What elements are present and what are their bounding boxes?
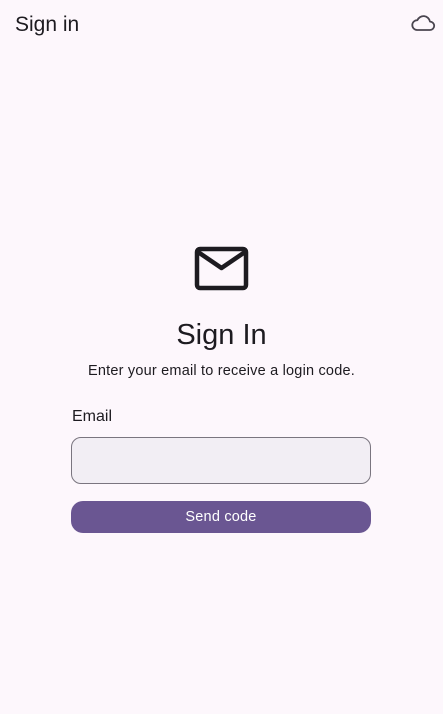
cloud-icon [410, 13, 436, 38]
page-title: Sign In [176, 319, 267, 351]
send-code-button[interactable]: Send code [71, 501, 371, 533]
instructions-text: Enter your email to receive a login code… [88, 363, 355, 379]
mail-icon [194, 246, 249, 292]
app-bar: Sign in [0, 0, 443, 52]
email-label: Email [72, 408, 113, 425]
email-field[interactable] [71, 437, 371, 484]
cloud-button[interactable] [408, 12, 438, 38]
app-bar-title: Sign in [15, 13, 80, 36]
